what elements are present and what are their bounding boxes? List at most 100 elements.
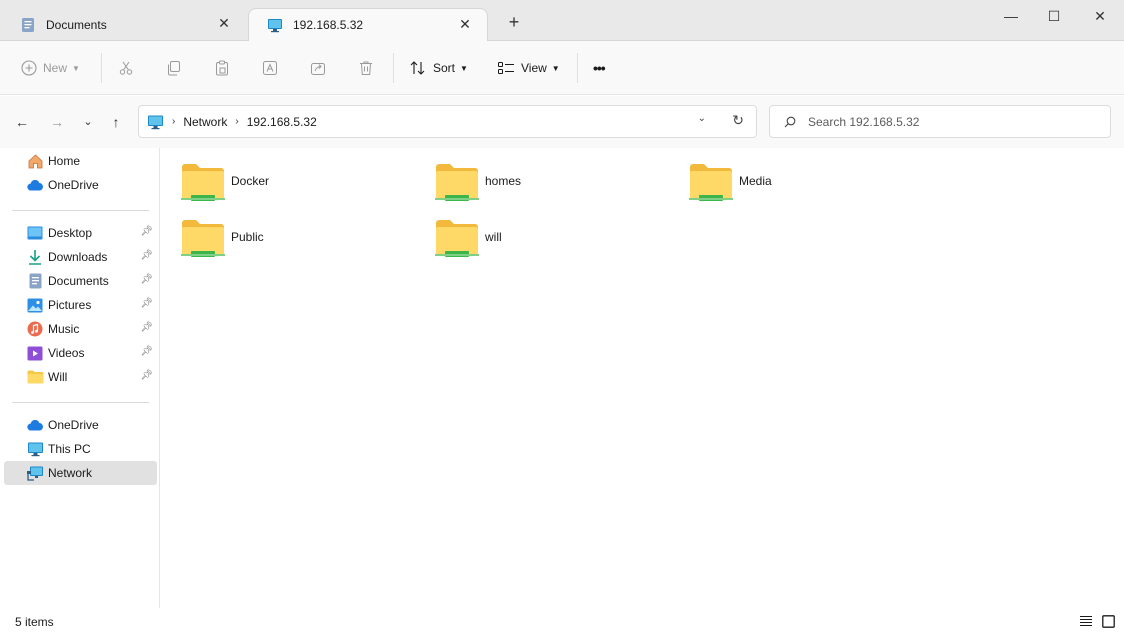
tab-label: 192.168.5.32	[293, 18, 364, 32]
pin-icon[interactable]: 📌︎	[140, 250, 153, 261]
sidebar-item-label: OneDrive	[48, 418, 99, 432]
rename-button[interactable]	[262, 55, 278, 81]
folder-name: will	[485, 230, 502, 244]
tab-documents[interactable]: Documents ✕	[2, 8, 246, 41]
music-icon	[26, 320, 44, 338]
close-window-button[interactable]: ✕	[1090, 6, 1110, 26]
sidebar-divider	[12, 402, 149, 403]
sidebar-item-this-pc[interactable]: This PC	[4, 437, 157, 461]
delete-button[interactable]	[358, 55, 374, 81]
search-icon	[784, 116, 796, 128]
pin-icon[interactable]: 📌︎	[140, 322, 153, 333]
clipboard-icon	[216, 60, 228, 76]
sidebar-item-downloads[interactable]: Downloads 📌︎	[4, 245, 157, 269]
sidebar-item-onedrive[interactable]: OneDrive	[4, 173, 157, 197]
sidebar-item-label: Desktop	[48, 226, 93, 240]
new-button[interactable]: New ▼	[21, 55, 80, 81]
pin-icon[interactable]: 📌︎	[140, 298, 153, 309]
sort-label: Sort	[433, 61, 456, 75]
separator	[101, 53, 102, 83]
network-icon	[26, 464, 44, 482]
network-folder-icon	[435, 218, 479, 260]
pin-icon[interactable]: 📌︎	[140, 370, 153, 381]
folder-item-homes[interactable]: homes	[435, 162, 675, 212]
sidebar-item-onedrive-2[interactable]: OneDrive	[4, 413, 157, 437]
sidebar-item-network[interactable]: Network	[4, 461, 157, 485]
folder-name: Media	[739, 174, 772, 188]
item-count: 5 items	[15, 615, 54, 629]
forward-arrow-icon[interactable]: →	[48, 113, 66, 131]
document-icon	[20, 17, 36, 33]
view-button[interactable]: View ▼	[497, 55, 560, 81]
maximize-button[interactable]: ☐	[1044, 6, 1064, 26]
pin-icon[interactable]: 📌︎	[140, 226, 153, 237]
sidebar-divider	[12, 210, 149, 211]
new-tab-button[interactable]: +	[504, 12, 524, 32]
up-arrow-icon[interactable]: ↑	[107, 113, 125, 131]
tab-label: Documents	[46, 17, 107, 32]
network-folder-icon	[181, 162, 225, 204]
pictures-icon	[26, 296, 44, 314]
sidebar-item-will[interactable]: Will 📌︎	[4, 365, 157, 389]
close-tab-icon[interactable]: ✕	[455, 16, 475, 33]
folder-icon	[26, 368, 44, 386]
sidebar-item-label: Will	[48, 370, 68, 384]
home-icon	[26, 152, 44, 170]
share-button[interactable]	[310, 55, 326, 81]
pin-icon[interactable]: 📌︎	[140, 346, 153, 357]
sidebar-item-label: Pictures	[48, 298, 92, 312]
plus-circle-icon	[21, 60, 37, 76]
copy-icon	[168, 61, 180, 76]
folder-item-public[interactable]: Public	[181, 218, 421, 268]
breadcrumb-chevron-icon[interactable]: ›	[235, 116, 238, 127]
recent-locations-chevron-icon[interactable]: ⌄	[79, 113, 97, 131]
sidebar-item-label: Network	[48, 466, 93, 480]
monitor-icon	[147, 114, 164, 130]
close-tab-icon[interactable]: ✕	[214, 15, 234, 32]
more-options-button[interactable]: •••	[593, 55, 606, 81]
share-icon	[311, 63, 325, 75]
sidebar-item-documents[interactable]: Documents 📌︎	[4, 269, 157, 293]
sidebar-item-desktop[interactable]: Desktop 📌︎	[4, 221, 157, 245]
cut-button[interactable]	[118, 55, 134, 81]
file-list: Docker homes Media Public will	[161, 148, 1124, 608]
folder-item-media[interactable]: Media	[689, 162, 929, 212]
new-label: New	[43, 61, 68, 75]
sidebar-item-videos[interactable]: Videos 📌︎	[4, 341, 157, 365]
copy-button[interactable]	[166, 55, 182, 81]
sidebar-item-pictures[interactable]: Pictures 📌︎	[4, 293, 157, 317]
search-input[interactable]: Search 192.168.5.32	[769, 105, 1111, 138]
trash-icon	[360, 61, 372, 75]
breadcrumb-host[interactable]: 192.168.5.32	[247, 115, 317, 129]
tiles-view-icon[interactable]	[1100, 613, 1116, 629]
details-view-icon[interactable]	[1078, 613, 1094, 629]
chevron-down-icon: ▼	[551, 63, 560, 73]
title-bar: Documents ✕ 192.168.5.32 ✕ + — ☐ ✕	[0, 0, 1124, 41]
folder-item-will[interactable]: will	[435, 218, 675, 268]
folder-item-docker[interactable]: Docker	[181, 162, 421, 212]
pin-icon[interactable]: 📌︎	[140, 274, 153, 285]
cloud-icon	[26, 416, 44, 434]
chevron-down-icon: ▼	[72, 63, 80, 73]
refresh-icon[interactable]: ↻	[732, 112, 744, 129]
sidebar-item-label: This PC	[48, 442, 91, 456]
sidebar-item-label: Home	[48, 154, 81, 168]
sort-button[interactable]: Sort ▼	[409, 55, 468, 81]
separator	[393, 53, 394, 83]
sidebar-item-home[interactable]: Home	[4, 149, 157, 173]
network-folder-icon	[181, 218, 225, 260]
breadcrumb-chevron-icon[interactable]: ›	[172, 116, 175, 127]
address-bar[interactable]: › Network › 192.168.5.32 ⌄ ↻	[138, 105, 757, 138]
address-dropdown-chevron-icon[interactable]: ⌄	[698, 113, 706, 124]
scissors-icon	[119, 61, 133, 75]
navigation-pane: Home OneDrive Desktop 📌︎ Downloads 📌︎ Do…	[0, 148, 160, 608]
sidebar-item-label: Videos	[48, 346, 85, 360]
minimize-button[interactable]: —	[1001, 6, 1021, 26]
sidebar-item-music[interactable]: Music 📌︎	[4, 317, 157, 341]
monitor-icon	[26, 440, 44, 458]
document-icon	[26, 272, 44, 290]
breadcrumb-network[interactable]: Network	[183, 115, 227, 129]
back-arrow-icon[interactable]: ←	[13, 113, 31, 131]
paste-button[interactable]	[214, 55, 230, 81]
tab-192-168-5-32[interactable]: 192.168.5.32 ✕	[248, 8, 488, 41]
